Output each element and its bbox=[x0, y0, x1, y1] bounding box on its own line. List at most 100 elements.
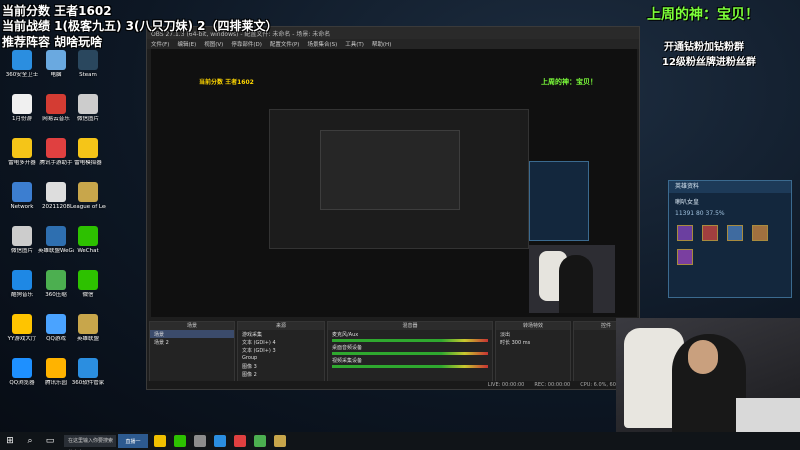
desktop-icon[interactable]: 360压缩 bbox=[38, 270, 74, 310]
desktop-icon[interactable]: 英雄联盟 bbox=[70, 314, 106, 354]
champion-portrait bbox=[677, 249, 693, 265]
app-icon bbox=[46, 94, 66, 114]
desktop-icon[interactable]: YY游戏大厅 bbox=[4, 314, 40, 354]
desktop-icon[interactable]: 微信图片 bbox=[70, 94, 106, 134]
sources-panel: 来源 游戏采集 文本 (GDI+) 4 文本 (GDI+) 3 Group 图像… bbox=[237, 321, 325, 387]
champion-portrait bbox=[702, 225, 719, 241]
obs-window[interactable]: OBS 27.1.3 (64-bit, windows) - 配置文件: 未命名… bbox=[146, 26, 640, 390]
desktop-icon[interactable]: 腾讯手游助手 bbox=[38, 138, 74, 178]
source-item[interactable]: 文本 (GDI+) 3 bbox=[238, 346, 324, 354]
app-icon bbox=[46, 138, 66, 158]
menu-profile[interactable]: 配置文件(P) bbox=[270, 40, 300, 48]
scene-item[interactable]: 场景 2 bbox=[150, 338, 234, 346]
champion-stats: 11391 80 37.5% bbox=[675, 210, 725, 217]
league-icon[interactable] bbox=[274, 435, 286, 447]
menu-edit[interactable]: 编辑(E) bbox=[177, 40, 196, 48]
app-icon bbox=[12, 314, 32, 334]
nested-preview bbox=[269, 109, 529, 249]
menu-help[interactable]: 帮助(H) bbox=[372, 40, 391, 48]
obs-menubar: 文件(F) 编辑(E) 视图(V) 停靠部件(D) 配置文件(P) 场景集合(S… bbox=[147, 39, 639, 49]
desktop-icon[interactable]: 网易云音乐 bbox=[38, 94, 74, 134]
desktop-icon[interactable]: 腾讯乐园 bbox=[38, 358, 74, 398]
overlay-god-title: 上周的神：宝贝！ bbox=[647, 7, 759, 23]
champion-portrait bbox=[677, 225, 693, 241]
app-icon bbox=[78, 358, 98, 378]
desktop-icon[interactable]: 20211208 bbox=[38, 182, 74, 222]
app-icon bbox=[78, 270, 98, 290]
taskbar-app-live[interactable]: 直播一 bbox=[118, 434, 148, 448]
mixer-track-meter[interactable] bbox=[332, 339, 488, 342]
task-view-icon[interactable]: ▭ bbox=[42, 434, 58, 448]
app-icon bbox=[78, 226, 98, 246]
source-item[interactable]: 游戏采集 bbox=[238, 330, 324, 338]
desktop-icon[interactable]: QQ浏览器 bbox=[4, 358, 40, 398]
desktop-icon[interactable]: 英雄联盟WeGame bbox=[38, 226, 74, 266]
app-icon bbox=[12, 270, 32, 290]
champion-portrait bbox=[752, 225, 769, 241]
desktop-icon-label: 腾讯乐园 bbox=[44, 380, 67, 386]
desktop-icon[interactable]: 雷电多开器 bbox=[4, 138, 40, 178]
mixer-track-meter[interactable] bbox=[332, 365, 488, 368]
menu-scene-collection[interactable]: 场景集合(S) bbox=[307, 40, 337, 48]
champion-info-title: 英雄资料 bbox=[669, 181, 791, 193]
desktop-icon-label: 360软件管家 bbox=[71, 380, 105, 386]
live-timer: LIVE: 00:00:00 bbox=[487, 382, 525, 388]
desktop-icon[interactable]: Steam bbox=[70, 50, 106, 90]
mixer-track-label: 桌面音频设备 bbox=[332, 345, 363, 351]
transition-select[interactable]: 淡出 bbox=[496, 330, 570, 338]
desktop-icon[interactable]: WeChat bbox=[70, 226, 106, 266]
preview-overlay-score: 当前分数 王者1602 bbox=[199, 79, 254, 86]
app-icon bbox=[78, 314, 98, 334]
app-icon bbox=[46, 50, 66, 70]
menu-view[interactable]: 视图(V) bbox=[204, 40, 223, 48]
desktop-icon[interactable]: 微信图片 bbox=[4, 226, 40, 266]
menu-tools[interactable]: 工具(T) bbox=[345, 40, 364, 48]
desktop-icon-label: YY游戏大厅 bbox=[7, 336, 37, 342]
app-icon bbox=[12, 50, 32, 70]
scene-item[interactable]: 场景 bbox=[150, 330, 234, 338]
desktop-icon[interactable]: League of Legends bbox=[70, 182, 106, 222]
app-icon[interactable] bbox=[234, 435, 246, 447]
taskbar: ⊞ ⌕ ▭ 在这里输入你要搜索的内容 直播一 bbox=[0, 432, 800, 450]
app-icon bbox=[46, 270, 66, 290]
menu-docks[interactable]: 停靠部件(D) bbox=[231, 40, 262, 48]
source-item[interactable]: 文本 (GDI+) 4 bbox=[238, 338, 324, 346]
mixer-track-label: 视频采集设备 bbox=[332, 358, 363, 364]
app-icon bbox=[78, 94, 98, 114]
desktop-icon[interactable]: 雷电模拟器 bbox=[70, 138, 106, 178]
search-icon[interactable]: ⌕ bbox=[22, 434, 38, 448]
windows-start-icon[interactable]: ⊞ bbox=[2, 434, 18, 448]
desktop-icon[interactable]: 360软件管家 bbox=[70, 358, 106, 398]
desktop-icon[interactable]: 酷狗音乐 bbox=[4, 270, 40, 310]
desktop-icon-label: 英雄联盟 bbox=[76, 336, 99, 342]
wechat-icon[interactable] bbox=[174, 435, 186, 447]
mixer-track-meter[interactable] bbox=[332, 352, 488, 355]
desktop-icon[interactable]: 微信 bbox=[70, 270, 106, 310]
obs-icon[interactable] bbox=[194, 435, 206, 447]
desktop-icon[interactable]: Network bbox=[4, 182, 40, 222]
transitions-header: 转场特效 bbox=[496, 322, 570, 330]
nested-preview-inner bbox=[320, 130, 460, 210]
desktop-icon-label: 微信 bbox=[82, 292, 94, 298]
obs-preview[interactable]: 当前分数 王者1602 上周的神：宝贝！ bbox=[151, 49, 637, 317]
desktop-icon-label: QQ浏览器 bbox=[9, 380, 35, 386]
desktop-icon[interactable]: 360安全卫士 bbox=[4, 50, 40, 90]
desktop-icon[interactable]: QQ游戏 bbox=[38, 314, 74, 354]
champion-player: 喇叭女皇 bbox=[675, 199, 700, 206]
desktop-icon-label: 360压缩 bbox=[45, 292, 67, 298]
transition-duration[interactable]: 时长 300 ms bbox=[496, 338, 570, 346]
source-item[interactable]: Group bbox=[238, 354, 324, 362]
file-explorer-icon[interactable] bbox=[154, 435, 166, 447]
taskbar-search-input[interactable]: 在这里输入你要搜索的内容 bbox=[64, 435, 116, 447]
source-item[interactable]: 图像 2 bbox=[238, 370, 324, 378]
desktop-icon-label: 微信图片 bbox=[10, 248, 33, 254]
browser-icon[interactable] bbox=[214, 435, 226, 447]
app-icon[interactable] bbox=[254, 435, 266, 447]
app-icon bbox=[78, 138, 98, 158]
app-icon bbox=[12, 358, 32, 378]
source-item[interactable]: 图像 3 bbox=[238, 362, 324, 370]
desktop-icon[interactable]: 电脑 bbox=[38, 50, 74, 90]
app-icon bbox=[46, 226, 66, 246]
menu-file[interactable]: 文件(F) bbox=[151, 40, 169, 48]
desktop-icon[interactable]: 1月份游 bbox=[4, 94, 40, 134]
